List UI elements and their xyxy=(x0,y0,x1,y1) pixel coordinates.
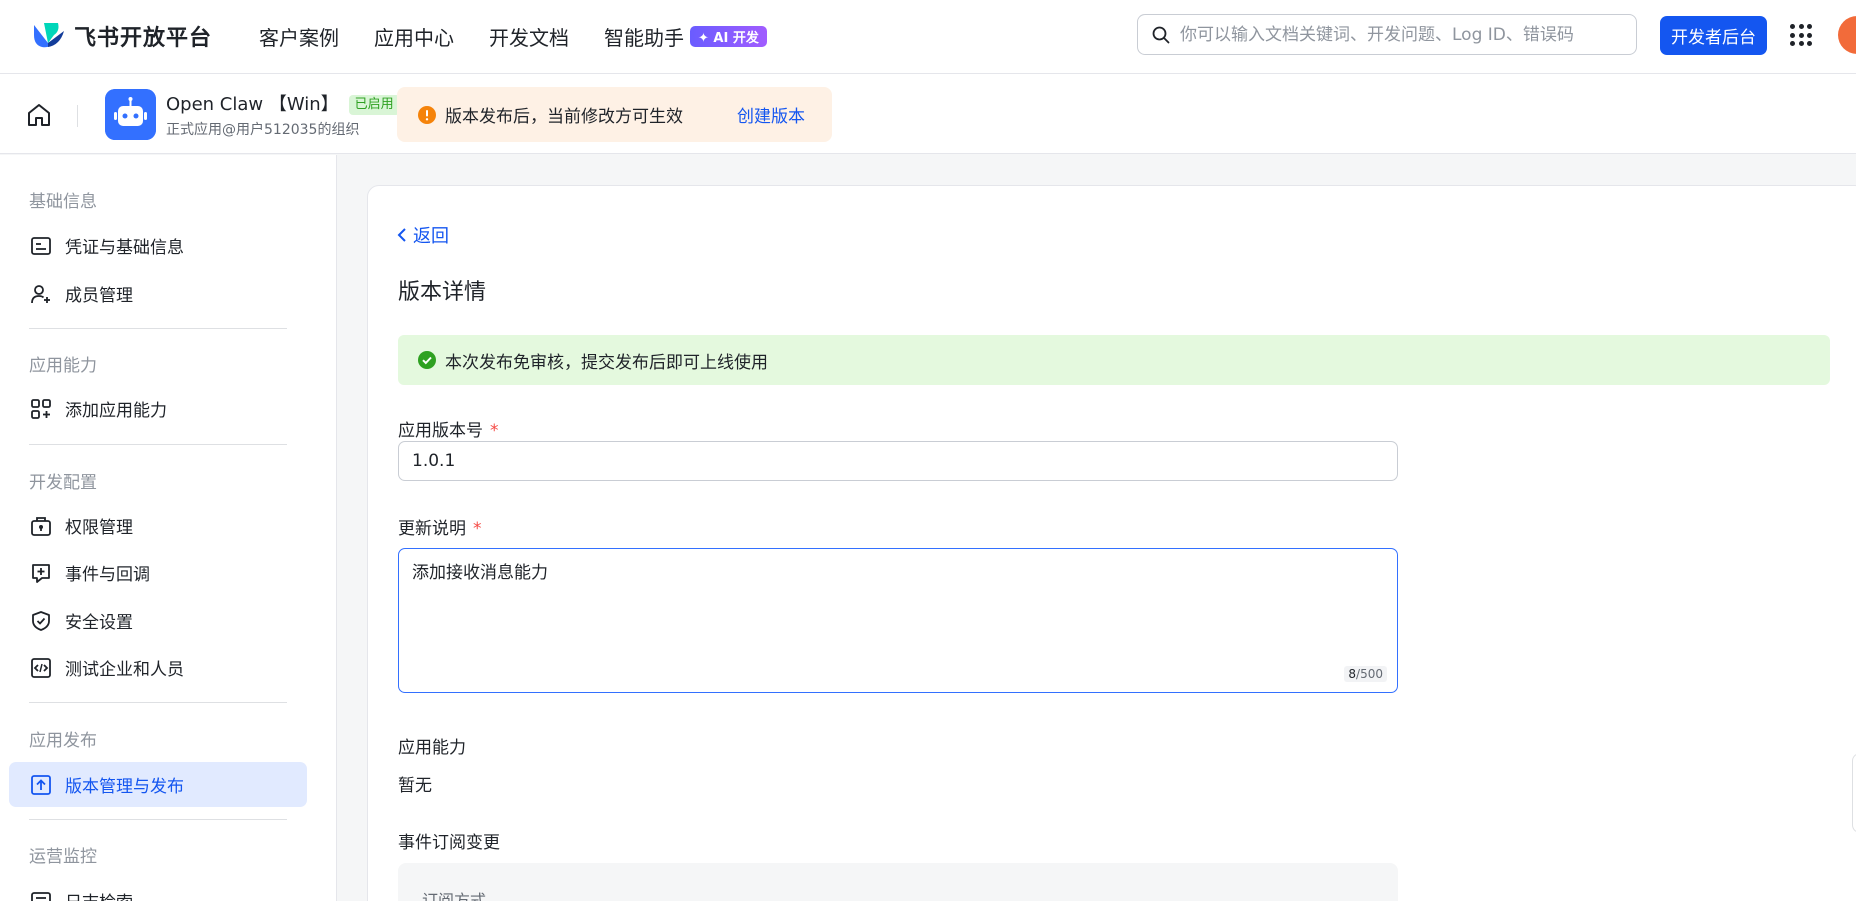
sidebar-item-label: 成员管理 xyxy=(65,286,133,306)
feishu-logo[interactable]: 飞书开放平台 xyxy=(30,19,212,53)
sidebar-item-label: 日志检索 xyxy=(65,888,133,901)
sidebar-item-security[interactable]: 安全设置 xyxy=(9,598,307,643)
search-box xyxy=(1137,14,1637,55)
sidebar-item-label: 测试企业和人员 xyxy=(65,660,184,680)
app-org: 正式应用@用户512035的组织 xyxy=(166,122,360,138)
back-label: 返回 xyxy=(413,226,449,247)
event-subscription-label: 事件订阅变更 xyxy=(398,833,500,853)
grid-add-icon xyxy=(31,398,51,419)
sidebar-divider xyxy=(29,328,287,329)
capability-label: 应用能力 xyxy=(398,738,466,758)
home-icon[interactable] xyxy=(26,102,52,128)
sidebar-item-label: 权限管理 xyxy=(65,518,133,538)
sidebar-item-test-tenant[interactable]: 测试企业和人员 xyxy=(9,645,307,690)
sidebar-item-permissions[interactable]: 权限管理 xyxy=(9,503,307,548)
app-header: Open Claw 【Win】 已启用 正式应用@用户512035的组织 版本发布… xyxy=(0,74,1856,154)
page-title: 版本详情 xyxy=(398,280,487,305)
code-icon xyxy=(31,657,51,678)
notice-text: 版本发布后，当前修改方可生效 xyxy=(445,107,683,127)
member-add-icon xyxy=(31,284,50,303)
sidebar-item-label: 安全设置 xyxy=(65,613,133,633)
credential-icon xyxy=(31,236,51,255)
developer-console-button[interactable]: 开发者后台 xyxy=(1660,16,1767,55)
release-notes-textarea[interactable]: 添加接收消息能力 xyxy=(399,549,1397,692)
required-mark: * xyxy=(490,421,499,441)
nav-app-center[interactable]: 应用中心 xyxy=(374,22,454,51)
group-basic-info: 基础信息 xyxy=(29,192,97,212)
top-navigation: 飞书开放平台 客户案例 应用中心 开发文档 智能助手 ✦ AI 开发 开发者后台 xyxy=(0,0,1856,74)
back-link[interactable]: 返回 xyxy=(397,222,449,248)
upload-icon xyxy=(31,774,51,795)
side-float-tab[interactable] xyxy=(1852,753,1856,833)
sidebar-item-logs[interactable]: 日志检索 xyxy=(9,878,307,901)
group-dev-config: 开发配置 xyxy=(29,473,97,493)
chevron-left-icon xyxy=(397,228,406,242)
sidebar-item-label: 凭证与基础信息 xyxy=(65,238,184,258)
sidebar-divider xyxy=(29,444,287,445)
notes-field: 添加接收消息能力 8/500 xyxy=(398,548,1398,693)
app-name-text: Open Claw 【Win】 xyxy=(166,94,339,115)
success-notice: 本次发布免审核，提交发布后即可上线使用 xyxy=(398,335,1830,385)
create-version-link[interactable]: 创建版本 xyxy=(737,102,805,127)
char-max: /500 xyxy=(1356,667,1383,681)
header-divider xyxy=(77,105,78,127)
version-label: 应用版本号 * xyxy=(398,416,499,441)
notes-label-text: 更新说明 xyxy=(398,519,466,539)
sidebar-item-add-capability[interactable]: 添加应用能力 xyxy=(9,386,307,431)
sidebar-item-events[interactable]: 事件与回调 xyxy=(9,550,307,595)
version-label-text: 应用版本号 xyxy=(398,421,483,441)
sidebar-item-version-release[interactable]: 版本管理与发布 xyxy=(9,762,307,807)
sidebar-item-label: 版本管理与发布 xyxy=(65,777,184,797)
event-subscription-box: 订阅方式 xyxy=(398,863,1398,901)
nav-ai-assistant[interactable]: 智能助手 ✦ AI 开发 xyxy=(604,22,767,51)
app-name: Open Claw 【Win】 已启用 xyxy=(166,90,400,116)
success-text: 本次发布免审核，提交发布后即可上线使用 xyxy=(445,352,768,373)
check-circle-icon xyxy=(418,351,436,369)
search-input[interactable] xyxy=(1180,24,1636,45)
nav-dev-docs[interactable]: 开发文档 xyxy=(489,22,569,51)
feishu-logo-icon xyxy=(34,23,64,48)
warning-icon xyxy=(418,105,436,124)
event-icon xyxy=(32,563,50,583)
ai-badge-label: AI 开发 xyxy=(713,31,759,46)
version-notice: 版本发布后，当前修改方可生效 创建版本 xyxy=(397,87,832,142)
version-input[interactable] xyxy=(398,441,1398,481)
char-count: 8 xyxy=(1348,667,1357,681)
sidebar-item-label: 添加应用能力 xyxy=(65,401,167,421)
nav-customer-cases[interactable]: 客户案例 xyxy=(259,22,339,51)
group-app-capability: 应用能力 xyxy=(29,356,97,376)
char-counter: 8/500 xyxy=(1344,666,1387,682)
search-icon xyxy=(1152,26,1170,43)
log-icon xyxy=(31,891,51,901)
apps-grid-icon[interactable] xyxy=(1790,24,1812,46)
sidebar-item-credentials[interactable]: 凭证与基础信息 xyxy=(9,223,307,268)
group-ops-monitor: 运营监控 xyxy=(29,847,97,867)
shield-icon xyxy=(32,610,50,631)
status-badge: 已启用 xyxy=(348,95,400,115)
ai-badge: ✦ AI 开发 xyxy=(690,26,767,47)
subscription-mode-header: 订阅方式 xyxy=(422,891,487,901)
sidebar-item-label: 事件与回调 xyxy=(65,565,150,585)
permission-icon xyxy=(31,516,51,536)
sidebar: 基础信息 凭证与基础信息 成员管理 应用能力 添加应用能力 开发配置 权限管理 … xyxy=(0,155,337,901)
required-mark: * xyxy=(473,519,482,539)
capability-value: 暂无 xyxy=(398,776,432,796)
robot-app-icon xyxy=(105,89,156,140)
user-avatar[interactable] xyxy=(1838,16,1856,54)
sidebar-divider xyxy=(29,819,287,820)
group-app-release: 应用发布 xyxy=(29,731,97,751)
notes-label: 更新说明 * xyxy=(398,514,482,539)
brand-name: 飞书开放平台 xyxy=(74,26,213,51)
nav-ai-assistant-label: 智能助手 xyxy=(604,26,684,50)
sidebar-divider xyxy=(29,702,287,703)
version-detail-card: 返回 版本详情 本次发布免审核，提交发布后即可上线使用 应用版本号 * 更新说明 *… xyxy=(367,185,1856,901)
sidebar-item-members[interactable]: 成员管理 xyxy=(9,271,307,316)
